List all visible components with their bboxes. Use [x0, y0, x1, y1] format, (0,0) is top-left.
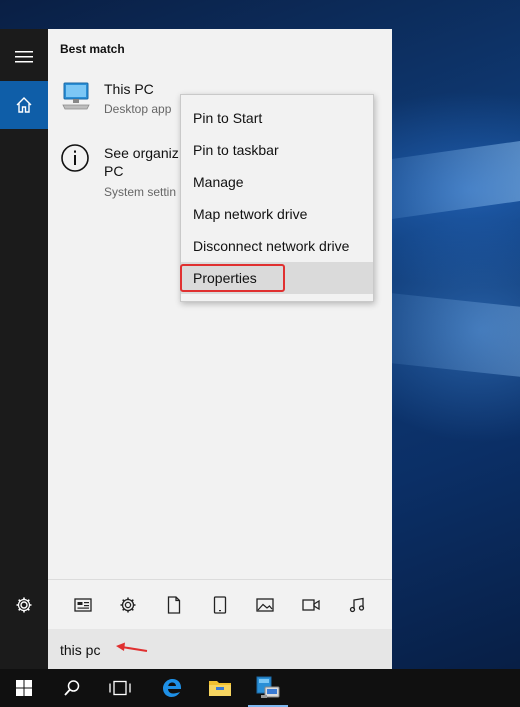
filter-photos-button[interactable]: [254, 594, 276, 616]
network-computer-icon: [256, 676, 280, 698]
properties-highlight-annotation: [180, 264, 285, 292]
menu-item-map-network-drive[interactable]: Map network drive: [181, 198, 373, 230]
result-subtitle: Desktop app: [104, 102, 172, 116]
file-explorer-icon: [209, 681, 231, 696]
settings-icon: [16, 597, 32, 613]
file-explorer-button[interactable]: [196, 669, 244, 707]
computer-icon: [62, 82, 90, 110]
result-subtitle: System settin: [104, 185, 177, 199]
filter-apps-button[interactable]: [72, 594, 94, 616]
search-box[interactable]: this pc: [48, 629, 392, 669]
menu-item-pin-to-taskbar[interactable]: Pin to taskbar: [181, 134, 373, 166]
videos-icon: [302, 599, 320, 611]
edge-icon: [163, 679, 181, 697]
wallpaper-light: [392, 293, 520, 377]
red-arrow-annotation: [116, 642, 148, 652]
network-computer-button[interactable]: [244, 669, 292, 707]
start-left-rail: [0, 29, 48, 669]
result-title: This PC: [104, 81, 154, 97]
menu-item-manage[interactable]: Manage: [181, 166, 373, 198]
result-title-line1: See organiz: [104, 145, 179, 161]
search-input[interactable]: this pc: [60, 642, 100, 658]
task-view-icon: [109, 680, 131, 696]
taskbar-search-button[interactable]: [48, 669, 96, 707]
search-icon: [64, 680, 80, 696]
hamburger-button[interactable]: [0, 33, 48, 81]
filter-videos-button[interactable]: [300, 594, 322, 616]
settings-button[interactable]: [0, 581, 48, 629]
menu-item-disconnect-network-drive[interactable]: Disconnect network drive: [181, 230, 373, 262]
start-button[interactable]: [0, 669, 48, 707]
menu-item-pin-to-start[interactable]: Pin to Start: [181, 102, 373, 134]
search-filter-bar: [48, 579, 392, 629]
documents-icon: [167, 596, 181, 614]
edge-browser-button[interactable]: [148, 669, 196, 707]
home-button[interactable]: [0, 81, 48, 129]
settings-icon: [120, 597, 136, 613]
filter-documents-button[interactable]: [163, 594, 185, 616]
photos-icon: [256, 598, 274, 612]
info-icon: [61, 144, 89, 172]
task-view-button[interactable]: [96, 669, 144, 707]
tablet-icon: [213, 596, 227, 614]
filter-music-button[interactable]: [346, 594, 368, 616]
home-icon: [16, 97, 32, 113]
apps-icon: [74, 598, 92, 612]
filter-settings-button[interactable]: [117, 594, 139, 616]
result-title-line2: PC: [104, 163, 124, 179]
filter-tablet-button[interactable]: [209, 594, 231, 616]
section-title: Best match: [60, 42, 125, 56]
windows-start-icon: [16, 680, 32, 696]
hamburger-icon: [15, 51, 33, 63]
wallpaper-light: [392, 141, 520, 219]
music-icon: [349, 597, 365, 613]
taskbar: [0, 669, 520, 707]
